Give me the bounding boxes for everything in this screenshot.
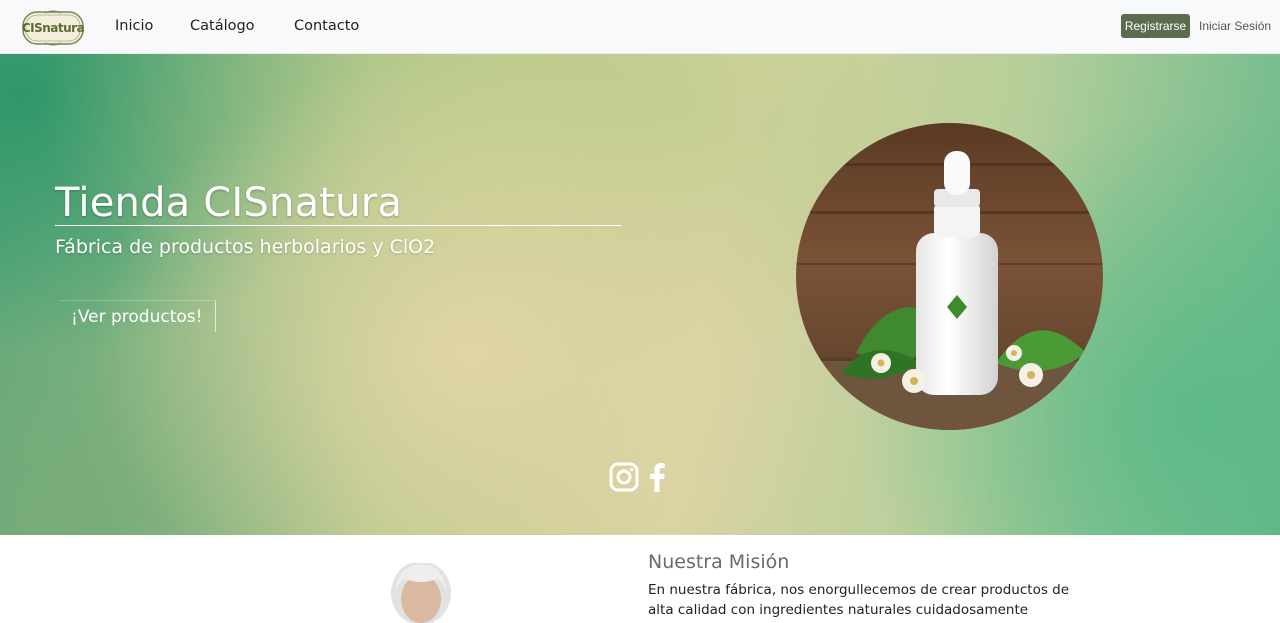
avatar: [391, 563, 451, 623]
hero-title: Tienda CISnatura: [55, 180, 403, 226]
nav-link-catalogo[interactable]: Catálogo: [190, 18, 255, 34]
login-link[interactable]: Iniciar Sesión: [1199, 19, 1271, 33]
mission-text: En nuestra fábrica, nos enorgullecemos d…: [648, 582, 1070, 618]
facebook-icon[interactable]: [648, 462, 666, 492]
logo-text: CISnatura: [21, 21, 85, 35]
dropper-bottle-with-herbs-image: [796, 123, 1103, 430]
top-navbar: CISnatura Inicio Catálogo Contacto Regis…: [0, 0, 1280, 54]
instagram-icon[interactable]: [609, 462, 639, 492]
hero-banner: Tienda CISnatura Fábrica de productos he…: [0, 54, 1280, 535]
mission-title: Nuestra Misión: [648, 551, 790, 573]
brand-logo[interactable]: CISnatura: [21, 9, 85, 47]
hero-subtitle: Fábrica de productos herbolarios y ClO2: [55, 236, 436, 258]
register-button[interactable]: Registrarse: [1121, 14, 1190, 38]
hero-divider: [55, 225, 621, 226]
nav-link-inicio[interactable]: Inicio: [115, 18, 153, 34]
nav-link-contacto[interactable]: Contacto: [294, 18, 359, 34]
view-products-button[interactable]: ¡Ver productos!: [60, 300, 216, 332]
